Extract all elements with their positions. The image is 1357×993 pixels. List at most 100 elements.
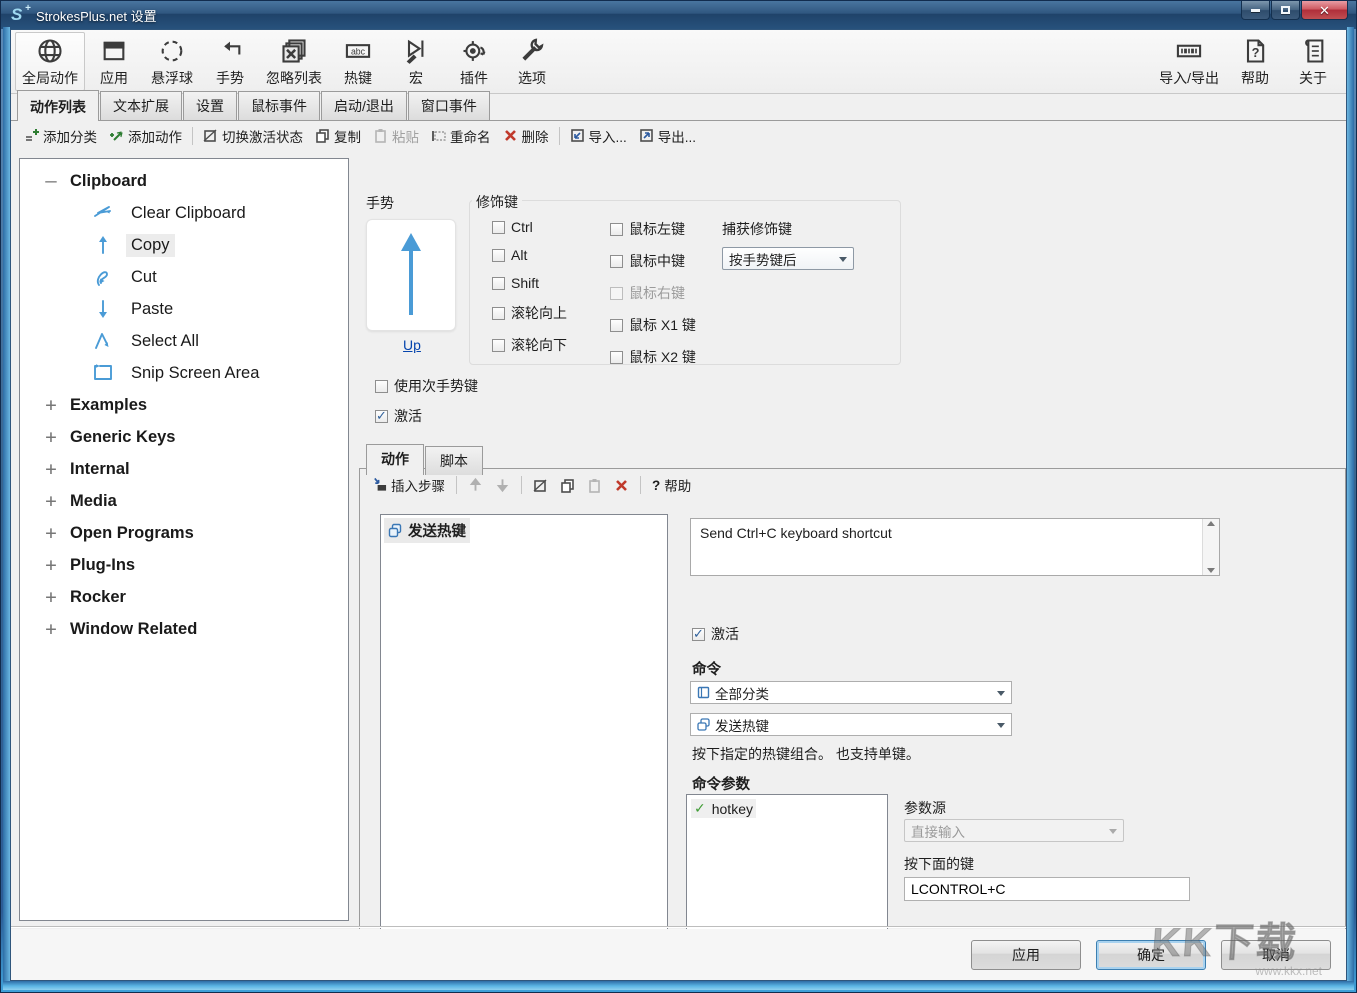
checkbox-box[interactable] — [692, 628, 705, 641]
checkbox-box[interactable] — [492, 307, 505, 320]
tree-category-internal[interactable]: Internal — [20, 453, 348, 485]
param-item-hotkey[interactable]: ✓ hotkey — [691, 799, 756, 818]
help-button[interactable]: ? 帮助 — [1226, 32, 1284, 91]
copy-button[interactable]: 复制 — [310, 123, 366, 149]
mouse-x2-checkbox[interactable]: 鼠标 X2 键 — [610, 347, 696, 367]
add-action-button[interactable]: 添加动作 — [104, 123, 187, 149]
move-step-up-button[interactable] — [464, 476, 487, 495]
tab-settings[interactable]: 设置 — [183, 91, 237, 120]
tree-item-paste[interactable]: Paste — [20, 293, 348, 325]
rename-button[interactable]: 重命名 — [426, 123, 496, 149]
minimize-button[interactable] — [1241, 1, 1270, 20]
checkbox-box[interactable] — [492, 339, 505, 352]
tree-category-window-related[interactable]: Window Related — [20, 613, 348, 645]
toggle-step-active-button[interactable] — [529, 476, 552, 495]
tree-category-rocker[interactable]: Rocker — [20, 581, 348, 613]
add-category-button[interactable]: 添加分类 — [19, 123, 102, 149]
expander-icon[interactable] — [42, 522, 60, 544]
expander-icon[interactable] — [42, 586, 60, 608]
expander-icon[interactable] — [42, 618, 60, 640]
step-item-send-hotkey[interactable]: 发送热键 — [384, 518, 470, 543]
checkbox-box[interactable] — [375, 380, 388, 393]
tab-action-list[interactable]: 动作列表 — [17, 90, 99, 121]
checkbox-box[interactable] — [610, 255, 623, 268]
tab-text-expansion[interactable]: 文本扩展 — [100, 91, 182, 120]
ok-button[interactable]: 确定 — [1096, 940, 1206, 970]
tree-category-open-programs[interactable]: Open Programs — [20, 517, 348, 549]
wheel-up-checkbox[interactable]: 滚轮向上 — [492, 303, 567, 323]
textarea-scrollbar[interactable] — [1202, 519, 1219, 575]
applications-button[interactable]: 应用 — [85, 32, 143, 91]
wheel-down-checkbox[interactable]: 滚轮向下 — [492, 335, 567, 355]
hotkeys-button[interactable]: abc 热键 — [329, 32, 387, 91]
paste-step-button[interactable] — [583, 476, 606, 495]
step-active-checkbox[interactable]: 激活 — [692, 624, 739, 644]
tree-category-generic-keys[interactable]: Generic Keys — [20, 421, 348, 453]
hotkey-value-input[interactable] — [904, 877, 1190, 901]
apply-button[interactable]: 应用 — [971, 940, 1081, 970]
checkbox-box[interactable] — [492, 221, 505, 234]
options-button[interactable]: 选项 — [503, 32, 561, 91]
checkbox-box[interactable] — [610, 223, 623, 236]
export-button[interactable]: 导出... — [634, 123, 701, 149]
tree-item-snip-screen-area[interactable]: Snip Screen Area — [20, 357, 348, 389]
tab-action[interactable]: 动作 — [366, 444, 424, 475]
gesture-direction-link[interactable]: Up — [366, 337, 458, 353]
macros-button[interactable]: 宏 — [387, 32, 445, 91]
scroll-down-icon[interactable] — [1207, 568, 1215, 573]
close-button[interactable]: ✕ — [1301, 1, 1348, 20]
tab-mouse-events[interactable]: 鼠标事件 — [238, 91, 320, 120]
step-help-button[interactable]: ?帮助 — [648, 473, 695, 497]
delete-button[interactable]: 删除 — [498, 123, 554, 149]
gestures-button[interactable]: 手势 — [201, 32, 259, 91]
mouse-middle-checkbox[interactable]: 鼠标中键 — [610, 251, 696, 271]
about-button[interactable]: 关于 — [1284, 32, 1342, 91]
expander-icon[interactable] — [42, 394, 60, 416]
checkbox-box[interactable] — [492, 249, 505, 262]
command-category-select[interactable]: 全部分类 — [690, 681, 1012, 704]
checkbox-box[interactable] — [610, 351, 623, 364]
delete-step-button[interactable] — [610, 476, 633, 495]
copy-step-button[interactable] — [556, 476, 579, 495]
tab-window-events[interactable]: 窗口事件 — [408, 91, 490, 120]
cancel-button[interactable]: 取消 — [1221, 940, 1331, 970]
tree-item-copy[interactable]: Copy — [20, 229, 348, 261]
tab-startup-exit[interactable]: 启动/退出 — [321, 91, 407, 120]
tree-category-examples[interactable]: Examples — [20, 389, 348, 421]
mouse-x1-checkbox[interactable]: 鼠标 X1 键 — [610, 315, 696, 335]
tree-category-clipboard[interactable]: Clipboard — [20, 165, 348, 197]
maximize-button[interactable] — [1271, 1, 1300, 20]
import-button[interactable]: 导入... — [565, 123, 632, 149]
insert-step-button[interactable]: 插入步骤 — [368, 473, 449, 497]
ctrl-checkbox[interactable]: Ctrl — [492, 219, 567, 235]
command-select[interactable]: 发送热键 — [690, 713, 1012, 736]
tree-category-plug-ins[interactable]: Plug-Ins — [20, 549, 348, 581]
tree-item-clear-clipboard[interactable]: Clear Clipboard — [20, 197, 348, 229]
expander-icon[interactable] — [42, 490, 60, 512]
import-export-button[interactable]: 导入/导出 — [1152, 32, 1226, 91]
checkbox-box[interactable] — [610, 319, 623, 332]
alt-checkbox[interactable]: Alt — [492, 247, 567, 263]
tree-item-cut[interactable]: Cut — [20, 261, 348, 293]
paste-button[interactable]: 粘贴 — [368, 123, 424, 149]
move-step-down-button[interactable] — [491, 476, 514, 495]
ignore-list-button[interactable]: 忽略列表 — [259, 32, 329, 91]
shift-checkbox[interactable]: Shift — [492, 275, 567, 291]
tree-item-select-all[interactable]: Select All — [20, 325, 348, 357]
checkbox-box[interactable] — [375, 410, 388, 423]
capture-modifiers-select[interactable]: 按手势键后 — [722, 247, 854, 270]
global-actions-button[interactable]: 全局动作 — [15, 32, 85, 91]
expander-icon[interactable] — [42, 554, 60, 576]
mouse-left-checkbox[interactable]: 鼠标左键 — [610, 219, 696, 239]
step-list[interactable]: 发送热键 — [380, 514, 668, 942]
expander-icon[interactable] — [42, 426, 60, 448]
step-description-textarea[interactable]: Send Ctrl+C keyboard shortcut — [690, 518, 1220, 576]
tree-category-media[interactable]: Media — [20, 485, 348, 517]
expander-icon[interactable] — [42, 458, 60, 480]
floating-ball-button[interactable]: 悬浮球 — [143, 32, 201, 91]
scroll-up-icon[interactable] — [1207, 521, 1215, 526]
plugins-button[interactable]: 插件 — [445, 32, 503, 91]
secondary-stroke-checkbox[interactable]: 使用次手势键 — [375, 376, 478, 396]
checkbox-box[interactable] — [492, 277, 505, 290]
gesture-active-checkbox[interactable]: 激活 — [375, 406, 478, 426]
